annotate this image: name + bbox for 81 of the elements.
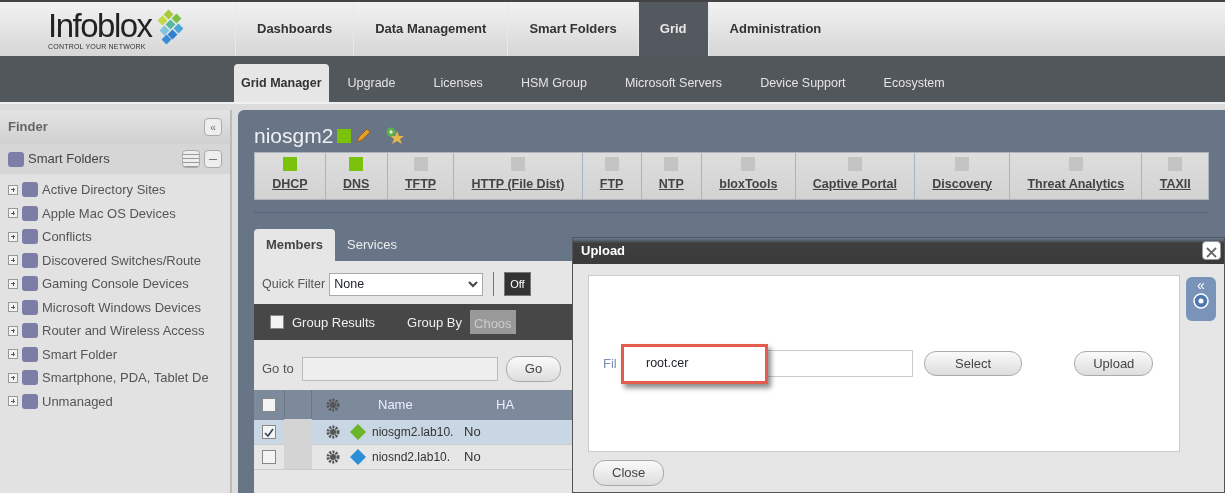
collapse-button[interactable]: «: [1197, 277, 1205, 293]
tree-item-label[interactable]: Apple Mac OS Devices: [42, 203, 176, 223]
column-header[interactable]: Name: [378, 395, 496, 415]
checkbox[interactable]: [270, 315, 284, 330]
service-link[interactable]: NTP: [658, 174, 684, 194]
input-field[interactable]: [301, 357, 498, 381]
diamond-icon: [350, 423, 366, 440]
table-cell-text: No: [464, 423, 481, 441]
field-label: Quick Filter: [262, 275, 326, 293]
table-cell-text: niosgm2.lab10.: [372, 423, 455, 441]
checkbox[interactable]: [262, 449, 276, 464]
tree-item-label[interactable]: Router and Wireless Access: [42, 321, 205, 341]
sub-tab[interactable]: Device Support: [741, 64, 865, 102]
sub-tab[interactable]: Ecosystem: [864, 64, 964, 102]
star-add-icon[interactable]: [385, 126, 406, 145]
sub-tab[interactable]: Grid Manager: [234, 64, 329, 102]
tree-item-label[interactable]: Smart Folder: [42, 344, 118, 364]
section-title: Smart Folders: [28, 150, 111, 169]
sub-tab[interactable]: HSM Group: [501, 64, 606, 102]
column-header[interactable]: HA: [496, 395, 515, 415]
panel-tab[interactable]: Services: [335, 229, 409, 261]
select-button[interactable]: Select: [924, 350, 1023, 377]
tree-item-label[interactable]: Unmanaged: [42, 391, 113, 411]
service-link[interactable]: Threat Analytics: [1027, 174, 1125, 194]
service-link[interactable]: HTTP (File Dist): [471, 174, 565, 194]
quick-filter-dropdown[interactable]: None: [329, 272, 484, 296]
tree-item-label[interactable]: Microsoft Windows Devices: [42, 297, 201, 317]
close-icon[interactable]: [1202, 241, 1221, 260]
service-link[interactable]: DHCP: [272, 174, 308, 194]
gear-icon[interactable]: [326, 449, 340, 464]
panel-title: Finder: [8, 118, 48, 137]
sub-tab[interactable]: Microsoft Servers: [605, 64, 742, 102]
service-link[interactable]: bloxTools: [719, 174, 778, 194]
expand-icon[interactable]: [8, 208, 18, 219]
chevron-down-icon: [468, 280, 479, 288]
tree-item-label[interactable]: Gaming Console Devices: [42, 274, 189, 294]
field-label: Fil: [603, 354, 618, 373]
minus-icon[interactable]: [204, 150, 222, 168]
diamond-icon: [350, 448, 366, 465]
sub-tab[interactable]: Upgrade: [328, 64, 415, 102]
collapse-button[interactable]: «: [204, 118, 222, 136]
expand-icon[interactable]: [8, 255, 18, 266]
expand-icon[interactable]: [8, 396, 18, 407]
field-label: Go to: [262, 360, 294, 379]
expand-icon[interactable]: [8, 325, 18, 336]
expand-icon[interactable]: [8, 184, 18, 195]
field-label: Group By: [407, 313, 462, 332]
side-panel-tab[interactable]: «: [1186, 277, 1216, 321]
tree-item-label[interactable]: Discovered Switches/Route: [42, 250, 201, 270]
service-link[interactable]: TAXII: [1159, 174, 1191, 194]
sub-tab[interactable]: Licenses: [414, 64, 502, 102]
checkbox-label: Group Results: [292, 313, 376, 332]
logo-wordmark: Infoblox: [48, 9, 152, 43]
checkbox[interactable]: [262, 397, 276, 412]
expand-icon[interactable]: [8, 302, 18, 313]
input-field[interactable]: [768, 350, 913, 377]
expand-icon[interactable]: [8, 278, 18, 289]
service-link[interactable]: TFTP: [404, 174, 437, 194]
tree-item-label[interactable]: Conflicts: [42, 227, 92, 247]
close-button[interactable]: Close: [593, 460, 665, 486]
service-link[interactable]: DNS: [343, 174, 370, 194]
expand-icon[interactable]: [8, 372, 18, 383]
table-cell-text: niosnd2.lab10.: [372, 448, 452, 466]
expand-icon[interactable]: [8, 231, 18, 242]
panel-tab[interactable]: Members: [254, 229, 336, 261]
member-title: niosgm2: [254, 123, 334, 149]
nav-tab[interactable]: Grid: [637, 2, 708, 56]
tree-item-label[interactable]: Smartphone, PDA, Tablet De: [42, 368, 209, 388]
toggle-button[interactable]: Off: [504, 271, 531, 297]
service-link[interactable]: Captive Portal: [812, 174, 897, 194]
gear-icon[interactable]: [326, 424, 340, 439]
dialog-title: Upload: [581, 242, 626, 261]
upload-button[interactable]: Upload: [1074, 350, 1154, 377]
expand-icon[interactable]: [8, 349, 18, 360]
tree-item-label[interactable]: Active Directory Sites: [42, 180, 166, 200]
service-link[interactable]: FTP: [599, 174, 624, 194]
highlighted-file-name: root.cer: [621, 343, 768, 384]
service-link[interactable]: Discovery: [932, 174, 993, 194]
checkbox[interactable]: [262, 424, 276, 439]
table-cell-text: No: [464, 448, 481, 466]
go-button[interactable]: Go: [505, 356, 562, 382]
